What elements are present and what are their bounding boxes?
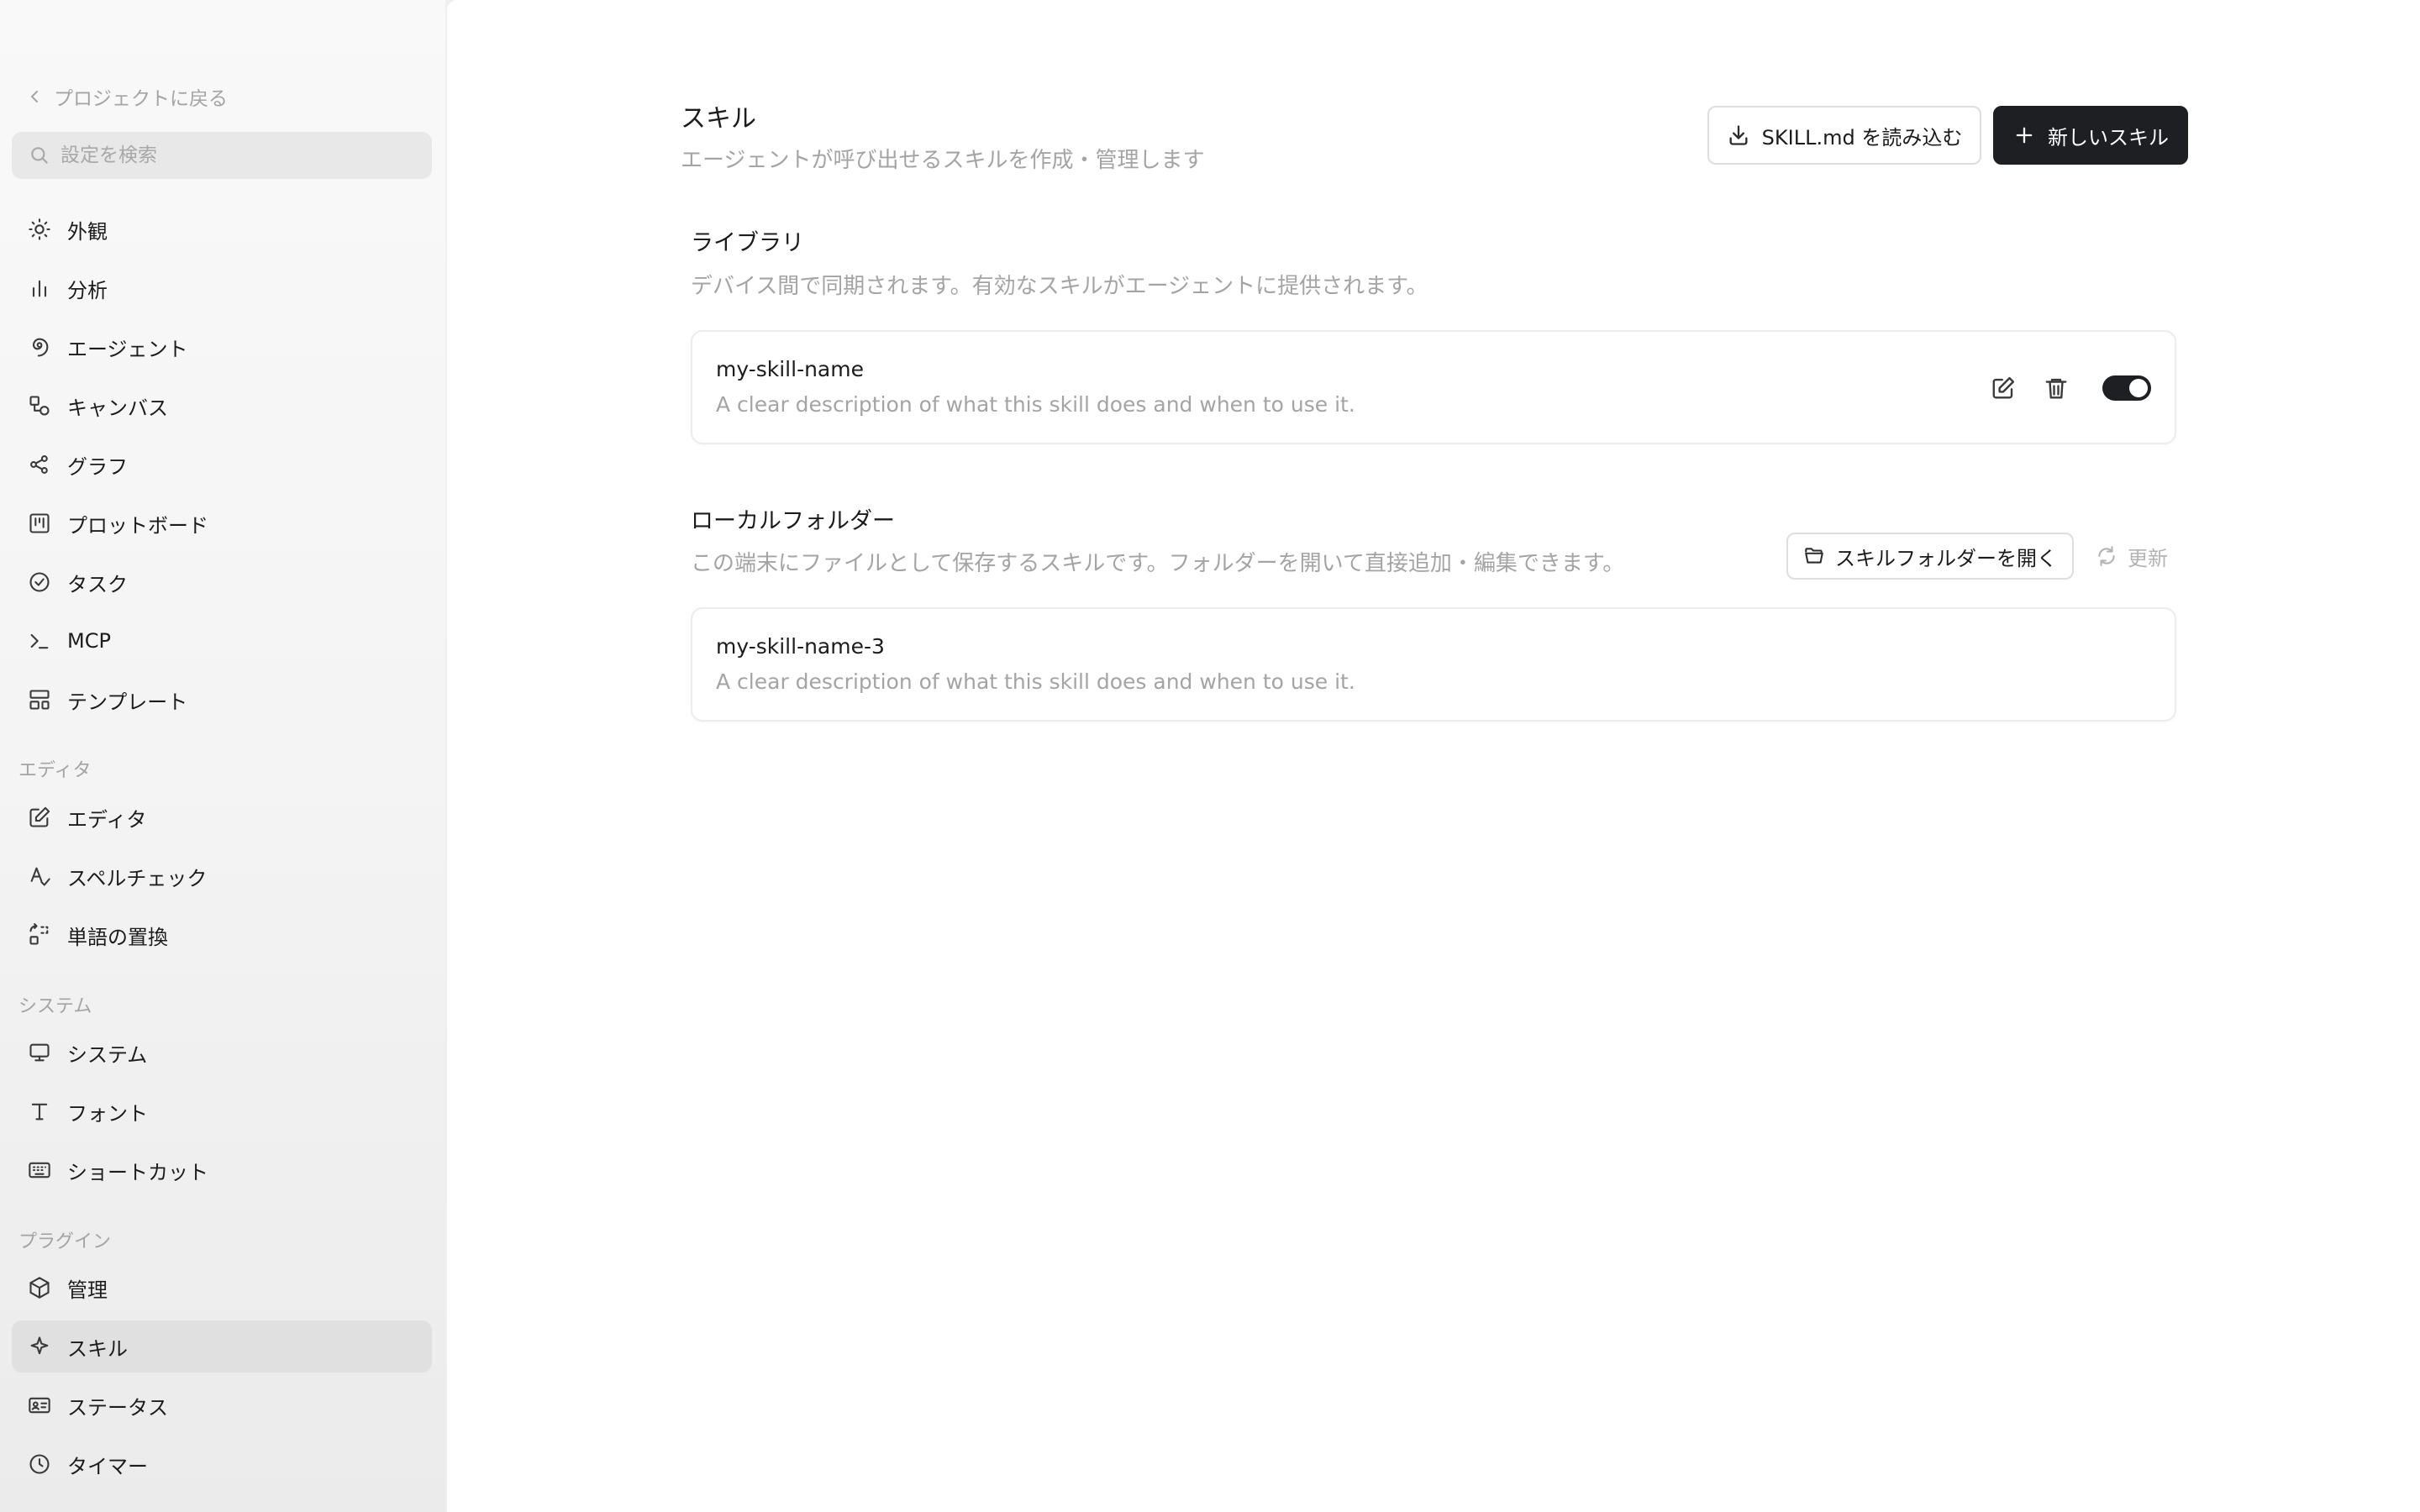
section-label-plugins: プラグイン	[18, 1231, 112, 1252]
back-link-label: プロジェクトに戻る	[54, 88, 228, 110]
library-section-description: デバイス間で同期されます。有効なスキルがエージェントに提供されます。	[691, 274, 1428, 299]
settings-search[interactable]	[12, 132, 432, 179]
sparkle-icon	[30, 1336, 49, 1355]
back-to-project-link[interactable]: プロジェクトに戻る	[29, 82, 228, 111]
sidebar-item-label: ショートカット	[67, 1160, 208, 1184]
sidebar-item-editor[interactable]: エディタ	[12, 791, 432, 843]
skills-settings-panel: スキル エージェントが呼び出せるスキルを作成・管理します SKILL.md を読…	[447, 0, 2420, 1512]
sidebar-item-label: フォント	[67, 1101, 148, 1126]
sidebar-item-analytics[interactable]: 分析	[12, 262, 432, 314]
open-folder-label: スキルフォルダーを開く	[1835, 546, 2057, 570]
sidebar-item-label: 単語の置換	[67, 925, 168, 949]
settings-sidebar: プロジェクトに戻る 外観 分析 エージェント キャンバス グラフ プロットボード…	[0, 0, 445, 1512]
sidebar-item-tasks[interactable]: タスク	[12, 556, 432, 608]
sidebar-item-agent[interactable]: エージェント	[12, 321, 432, 373]
local-section-description: この端末にファイルとして保存するスキルです。フォルダーを開いて直接追加・編集でき…	[691, 551, 1625, 576]
sidebar-item-label: グラフ	[67, 454, 128, 479]
keyboard-icon	[29, 1162, 50, 1179]
sidebar-item-label: スペルチェック	[67, 866, 208, 890]
skill-enabled-toggle[interactable]	[2102, 375, 2151, 401]
chevron-left-icon	[31, 91, 38, 102]
sidebar-item-label: スキル	[67, 1336, 128, 1361]
sidebar-item-label: プロットボード	[67, 513, 208, 538]
download-icon	[1729, 125, 1748, 145]
id-card-icon	[29, 1397, 50, 1414]
sidebar-item-fonts[interactable]: フォント	[12, 1085, 432, 1137]
sidebar-item-canvas[interactable]: キャンバス	[12, 380, 432, 432]
sidebar-item-label: タスク	[67, 572, 128, 596]
sidebar-item-status[interactable]: ステータス	[12, 1379, 432, 1431]
sidebar-item-manage[interactable]: 管理	[12, 1262, 432, 1314]
local-section-title: ローカルフォルダー	[691, 508, 895, 534]
monitor-icon	[29, 1043, 50, 1062]
spiral-icon	[32, 338, 49, 357]
sidebar-item-graph[interactable]: グラフ	[12, 438, 432, 491]
search-icon	[31, 147, 48, 164]
new-skill-label: 新しいスキル	[2048, 125, 2169, 150]
sidebar-item-spellcheck[interactable]: スペルチェック	[12, 850, 432, 902]
sidebar-item-label: 外観	[67, 219, 108, 244]
open-skill-folder-button[interactable]: スキルフォルダーを開く	[1786, 533, 2074, 580]
sidebar-item-timer[interactable]: タイマー	[12, 1438, 432, 1490]
sidebar-item-templates[interactable]: テンプレート	[12, 674, 432, 726]
sidebar-item-mcp[interactable]: MCP	[12, 615, 432, 667]
import-button-label: SKILL.md を読み込む	[1761, 125, 1963, 150]
sidebar-item-label: エディタ	[67, 807, 147, 832]
search-input[interactable]	[60, 144, 430, 166]
refresh-label: 更新	[2128, 546, 2168, 570]
trash-icon	[2045, 378, 2067, 399]
sidebar-item-plotboard[interactable]: プロットボード	[12, 497, 432, 549]
sidebar-item-label: タイマー	[67, 1454, 148, 1478]
bar-chart-icon	[32, 280, 47, 297]
check-circle-icon	[29, 572, 50, 592]
spell-check-icon	[30, 867, 50, 886]
sidebar-item-shortcuts[interactable]: ショートカット	[12, 1144, 432, 1196]
library-skill-card[interactable]: my-skill-name A clear description of wha…	[691, 330, 2176, 444]
page-title: スキル	[681, 104, 756, 134]
terminal-icon	[30, 633, 49, 649]
edit-icon	[1992, 376, 2015, 399]
shapes-icon	[29, 396, 50, 416]
refresh-button[interactable]: 更新	[2081, 533, 2183, 580]
skill-name: my-skill-name-3	[716, 634, 885, 659]
skill-description: A clear description of what this skill d…	[716, 669, 1355, 694]
section-label-system: システム	[18, 996, 92, 1017]
clock-icon	[29, 1454, 50, 1474]
pencil-square-icon	[29, 806, 50, 827]
local-skill-card[interactable]: my-skill-name-3 A clear description of w…	[691, 607, 2176, 722]
sidebar-item-appearance[interactable]: 外観	[12, 203, 432, 255]
layout-template-icon	[29, 690, 50, 710]
replace-icon	[29, 923, 49, 945]
package-icon	[29, 1277, 50, 1299]
sidebar-item-label: エージェント	[67, 337, 188, 361]
plus-icon	[2016, 127, 2033, 144]
sun-icon	[29, 218, 50, 240]
page-subtitle: エージェントが呼び出せるスキルを作成・管理します	[681, 148, 1205, 173]
sidebar-item-label: ステータス	[67, 1395, 168, 1420]
graph-nodes-icon	[30, 455, 48, 474]
section-label-editor: エディタ	[18, 760, 92, 781]
edit-skill-button[interactable]	[1985, 370, 2022, 407]
import-skill-md-button[interactable]: SKILL.md を読み込む	[1707, 106, 1981, 165]
board-icon	[29, 513, 50, 533]
sidebar-item-label: 管理	[67, 1278, 108, 1302]
library-section-title: ライブラリ	[691, 230, 804, 256]
toggle-knob	[2129, 379, 2148, 397]
sidebar-item-label: キャンバス	[67, 396, 168, 420]
delete-skill-button[interactable]	[2038, 370, 2075, 407]
folder-open-icon	[1805, 548, 1823, 564]
sidebar-item-skills[interactable]: スキル	[12, 1320, 432, 1373]
skill-description: A clear description of what this skill d…	[716, 392, 1355, 417]
skill-name: my-skill-name	[716, 357, 864, 381]
type-icon	[31, 1103, 48, 1121]
sidebar-item-label: テンプレート	[67, 690, 188, 714]
sidebar-item-label: 分析	[67, 278, 108, 302]
new-skill-button[interactable]: 新しいスキル	[1993, 106, 2188, 165]
sidebar-item-system[interactable]: システム	[12, 1026, 432, 1079]
refresh-icon	[2098, 546, 2115, 566]
sidebar-item-word-replace[interactable]: 単語の置換	[12, 909, 432, 961]
sidebar-item-label: システム	[67, 1042, 148, 1067]
sidebar-item-label: MCP	[67, 629, 111, 653]
